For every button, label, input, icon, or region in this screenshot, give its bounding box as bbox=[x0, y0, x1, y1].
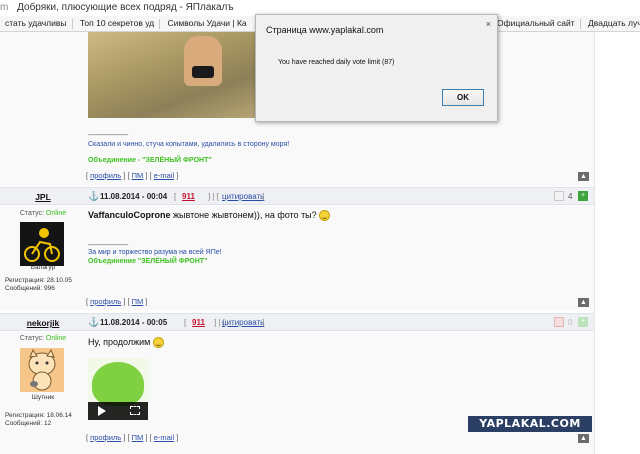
post1-text-rest: жывтоне жывтонем)), на фото ты? bbox=[170, 210, 317, 220]
watermark: YAPLAKAL.COM bbox=[468, 416, 592, 432]
ok-button[interactable]: OK bbox=[442, 89, 484, 106]
post2-vote: 0 + bbox=[554, 317, 590, 329]
post2-quote-link[interactable]: цитировать bbox=[222, 318, 264, 327]
post-photo[interactable] bbox=[88, 32, 256, 118]
bookmark-5[interactable]: Двадцать лучши bbox=[583, 16, 640, 31]
browser-domain: m bbox=[0, 2, 9, 13]
post1-sig-separator: -------------------- bbox=[88, 240, 128, 249]
pm-link[interactable]: ПМ bbox=[132, 171, 144, 180]
bookmark-2[interactable]: Топ 10 секретов уд bbox=[75, 16, 159, 31]
close-icon[interactable]: × bbox=[486, 19, 491, 29]
post0-sig-text: Сказали и чинно, стуча копытами, удалили… bbox=[88, 141, 290, 148]
post1-text: VaffanculoCoprone жывтоне жывтонем)), на… bbox=[88, 210, 331, 222]
status-value: Online bbox=[45, 335, 67, 342]
post2-text-content: Ну, продолжим bbox=[88, 337, 151, 347]
avatar[interactable] bbox=[20, 348, 64, 392]
bookmark-3[interactable]: Символы Удачи | Ка bbox=[163, 16, 252, 31]
post1-status: Статус: Online bbox=[0, 210, 86, 217]
post0-actions: [ профиль ] [ ПМ ] [ e-mail ] bbox=[86, 171, 179, 180]
post1-header: JPL ⚓ 11.08.2014 - 00:04 [ 911 ] | [ цит… bbox=[0, 187, 594, 205]
status-value: Online bbox=[45, 210, 67, 217]
msg-count: Сообщений: 12 bbox=[5, 420, 52, 427]
bookmark-1[interactable]: стать удачливы bbox=[0, 16, 72, 31]
dialog-title: Страница www.yaplakal.com bbox=[266, 25, 384, 35]
vote-plus-icon[interactable]: + bbox=[578, 317, 588, 327]
post2-username[interactable]: nekorjik bbox=[0, 318, 86, 328]
mention-user[interactable]: VaffanculoCoprone bbox=[88, 210, 171, 220]
post0-sig-separator: -------------------- bbox=[88, 130, 128, 139]
post1-date: 11.08.2014 - 00:04 bbox=[100, 192, 168, 201]
post2-rank: Шутник bbox=[31, 394, 55, 401]
post2-vote-count: 0 bbox=[568, 318, 573, 327]
status-label: Статус: bbox=[19, 335, 44, 342]
status-label: Статус: bbox=[19, 210, 44, 217]
smiley-icon bbox=[152, 337, 164, 349]
vote-plus-icon[interactable]: + bbox=[578, 191, 588, 201]
fullscreen-icon[interactable] bbox=[130, 406, 140, 415]
anchor-icon[interactable]: ⚓ bbox=[88, 191, 99, 202]
post1-actions: [ профиль ] [ ПМ ] bbox=[86, 297, 148, 306]
profile-link[interactable]: профиль bbox=[90, 171, 121, 180]
alert-dialog: Страница www.yaplakal.com × You have rea… bbox=[255, 14, 498, 122]
email-link[interactable]: e-mail bbox=[154, 171, 174, 180]
post1-vote-count: 4 bbox=[568, 192, 573, 201]
post1-sig-group[interactable]: Объединение "ЗЕЛЁНЫЙ ФРОНТ" bbox=[88, 258, 207, 265]
post1-quote-link[interactable]: цитировать bbox=[222, 192, 264, 201]
post0-sig-group[interactable]: Объединение - "ЗЕЛЁНЫЙ ФРОНТ" bbox=[88, 157, 212, 164]
top-arrow-icon[interactable]: ▲ bbox=[578, 172, 589, 181]
top-arrow-icon[interactable]: ▲ bbox=[578, 434, 589, 443]
post1-sig-text: За мир и торжество разума на всей ЯПе! bbox=[88, 249, 222, 256]
avatar[interactable] bbox=[20, 222, 64, 266]
post2-header: nekorjik ⚓ 11.08.2014 - 00:05 [ 911 ] | … bbox=[0, 313, 594, 331]
post1-vote: 4 + bbox=[554, 191, 590, 203]
pm-link[interactable]: ПМ bbox=[132, 433, 144, 442]
post2-actions: [ профиль ] [ ПМ ] [ e-mail ] bbox=[86, 433, 179, 442]
email-link[interactable]: e-mail bbox=[154, 433, 174, 442]
right-sidebar bbox=[594, 32, 640, 454]
reg-date: Регистрация: 18.06.14 bbox=[5, 412, 72, 419]
pm-link[interactable]: ПМ bbox=[132, 297, 144, 306]
msg-count: Сообщений: 996 bbox=[5, 285, 55, 292]
post2-date: 11.08.2014 - 00:05 bbox=[100, 318, 168, 327]
top-arrow-icon[interactable]: ▲ bbox=[578, 298, 589, 307]
post2-reginfo: Регистрация: 18.06.14 Сообщений: 12 bbox=[5, 412, 85, 428]
post1-rank: Балагур bbox=[30, 264, 56, 271]
post2-text: Ну, продолжим bbox=[88, 337, 164, 349]
smiley-icon bbox=[319, 210, 331, 222]
bookmark-4[interactable]: Официальный сайт bbox=[492, 16, 580, 31]
post2-number[interactable]: 911 bbox=[192, 318, 205, 327]
vote-minus-icon[interactable] bbox=[554, 317, 564, 327]
post0-sidebar bbox=[0, 32, 86, 186]
post1-username[interactable]: JPL bbox=[0, 192, 86, 202]
play-icon[interactable] bbox=[98, 406, 106, 416]
profile-link[interactable]: профиль bbox=[90, 297, 121, 306]
post2-status: Статус: Online bbox=[0, 335, 86, 342]
profile-link[interactable]: профиль bbox=[90, 433, 121, 442]
video-player[interactable] bbox=[88, 358, 148, 420]
anchor-icon[interactable]: ⚓ bbox=[88, 317, 99, 328]
vote-minus-icon[interactable] bbox=[554, 191, 564, 201]
dialog-message: You have reached daily vote limit (87) bbox=[278, 59, 395, 66]
reg-date: Регистрация: 28.10.05 bbox=[5, 277, 72, 284]
tab-title[interactable]: Добряки, плюсующие всех подряд - ЯПлакал… bbox=[17, 2, 234, 13]
post1-reginfo: Регистрация: 28.10.05 Сообщений: 996 bbox=[5, 277, 85, 293]
post1-number[interactable]: 911 bbox=[182, 192, 195, 201]
